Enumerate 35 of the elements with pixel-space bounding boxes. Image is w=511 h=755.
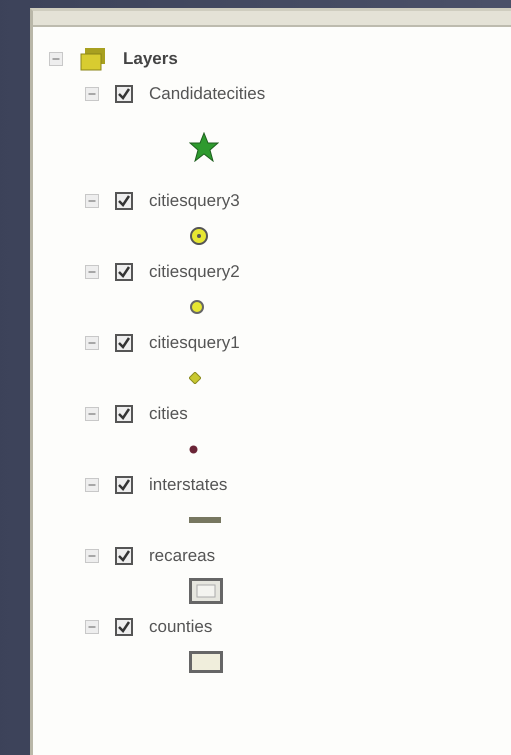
checkbox[interactable] (115, 618, 133, 636)
area-symbol-icon (189, 651, 223, 673)
dot-symbol-icon (189, 444, 198, 454)
layer-label[interactable]: citiesquery3 (149, 188, 240, 214)
collapse-icon[interactable] (85, 478, 99, 492)
checkbox[interactable] (115, 334, 133, 352)
star-symbol-icon (189, 132, 219, 162)
checkbox[interactable] (115, 262, 133, 280)
collapse-icon[interactable] (85, 406, 99, 420)
collapse-icon[interactable] (85, 620, 99, 634)
collapse-icon[interactable] (85, 86, 99, 100)
layer-label[interactable]: Candidatecities (149, 80, 266, 106)
tree-root-label[interactable]: Layers (123, 46, 178, 72)
checkbox[interactable] (115, 404, 133, 422)
area-symbol-icon (189, 578, 223, 604)
ring-symbol-icon (189, 226, 209, 246)
layer-label[interactable]: citiesquery1 (149, 330, 240, 356)
layer-label[interactable]: recareas (149, 542, 216, 568)
collapse-icon[interactable] (85, 336, 99, 350)
layer-label[interactable]: cities (149, 400, 188, 426)
collapse-icon[interactable] (85, 548, 99, 562)
line-symbol-icon (189, 517, 221, 523)
layers-icon (79, 46, 107, 72)
checkbox[interactable] (115, 84, 133, 102)
layer-label[interactable]: counties (149, 614, 212, 640)
collapse-icon[interactable] (85, 264, 99, 278)
ring-symbol-icon (189, 299, 205, 315)
collapse-icon[interactable] (49, 52, 63, 66)
checkbox[interactable] (115, 192, 133, 210)
checkbox[interactable] (115, 476, 133, 494)
collapse-icon[interactable] (85, 194, 99, 208)
checkbox[interactable] (115, 546, 133, 564)
layer-label[interactable]: citiesquery2 (149, 258, 240, 284)
layer-label[interactable]: interstates (149, 472, 228, 498)
diamond-symbol-icon (189, 372, 201, 384)
